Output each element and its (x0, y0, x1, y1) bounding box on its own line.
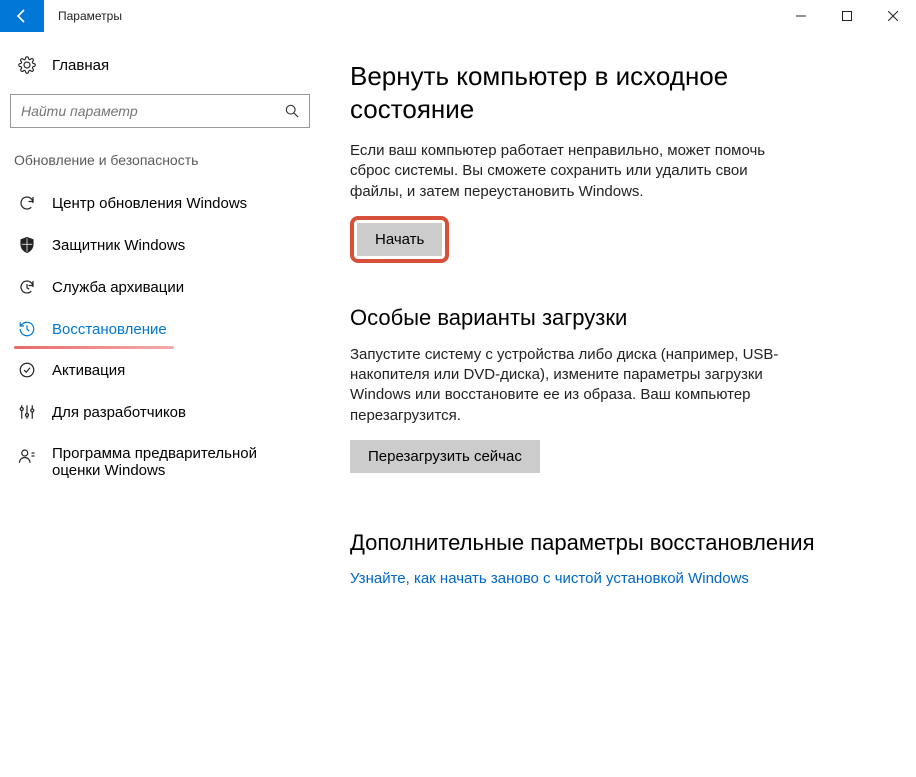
sidebar-item-label: Центр обновления Windows (52, 195, 247, 212)
minimize-icon (796, 11, 806, 21)
sync-icon (16, 194, 38, 212)
section-reset-title: Вернуть компьютер в исходное состояние (350, 60, 846, 125)
sliders-icon (16, 403, 38, 421)
titlebar: Параметры (0, 0, 916, 32)
sidebar-item-backup[interactable]: Служба архивации (10, 266, 310, 308)
history-icon (16, 320, 38, 338)
window-controls (778, 0, 916, 32)
search-input[interactable] (10, 94, 310, 128)
fresh-start-link[interactable]: Узнайте, как начать заново с чистой уста… (350, 570, 846, 587)
search-wrap (10, 94, 310, 128)
sidebar-item-update[interactable]: Центр обновления Windows (10, 182, 310, 224)
sidebar-home[interactable]: Главная (10, 50, 310, 80)
sidebar-item-label: Восстановление (52, 321, 167, 338)
restart-now-button[interactable]: Перезагрузить сейчас (350, 440, 540, 473)
sidebar-item-label: Программа предварительной оценки Windows (52, 445, 292, 479)
section-startup-title: Особые варианты загрузки (350, 305, 846, 331)
sidebar-item-label: Активация (52, 362, 125, 379)
person-icon (16, 447, 38, 465)
back-button[interactable] (0, 0, 44, 32)
sidebar-item-defender[interactable]: Защитник Windows (10, 224, 310, 266)
sidebar-item-activation[interactable]: Активация (10, 349, 310, 391)
shield-icon (16, 236, 38, 254)
section-startup-body: Запустите систему с устройства либо диск… (350, 345, 790, 426)
sidebar-item-developers[interactable]: Для разработчиков (10, 391, 310, 433)
sidebar: Главная Обновление и безопасность Центр … (0, 32, 320, 777)
arrow-left-icon (14, 8, 30, 24)
sidebar-item-label: Служба архивации (52, 279, 184, 296)
close-icon (888, 11, 898, 21)
check-circle-icon (16, 361, 38, 379)
section-reset-body: Если ваш компьютер работает неправильно,… (350, 141, 790, 202)
backup-icon (16, 278, 38, 296)
maximize-icon (842, 11, 852, 21)
maximize-button[interactable] (824, 0, 870, 32)
start-button[interactable]: Начать (357, 223, 442, 256)
section-more-title: Дополнительные параметры восстановления (350, 529, 846, 557)
close-button[interactable] (870, 0, 916, 32)
window-title: Параметры (58, 9, 122, 23)
sidebar-category: Обновление и безопасность (10, 148, 310, 182)
minimize-button[interactable] (778, 0, 824, 32)
gear-icon (16, 56, 38, 74)
sidebar-item-label: Для разработчиков (52, 404, 186, 421)
main-panel: Вернуть компьютер в исходное состояние Е… (320, 32, 916, 777)
start-button-highlight: Начать (350, 216, 449, 263)
sidebar-item-label: Защитник Windows (52, 237, 185, 254)
sidebar-home-label: Главная (52, 57, 109, 74)
search-icon (284, 103, 300, 119)
sidebar-item-insider[interactable]: Программа предварительной оценки Windows (10, 433, 310, 491)
sidebar-item-recovery[interactable]: Восстановление (10, 308, 310, 350)
content-area: Главная Обновление и безопасность Центр … (0, 32, 916, 777)
